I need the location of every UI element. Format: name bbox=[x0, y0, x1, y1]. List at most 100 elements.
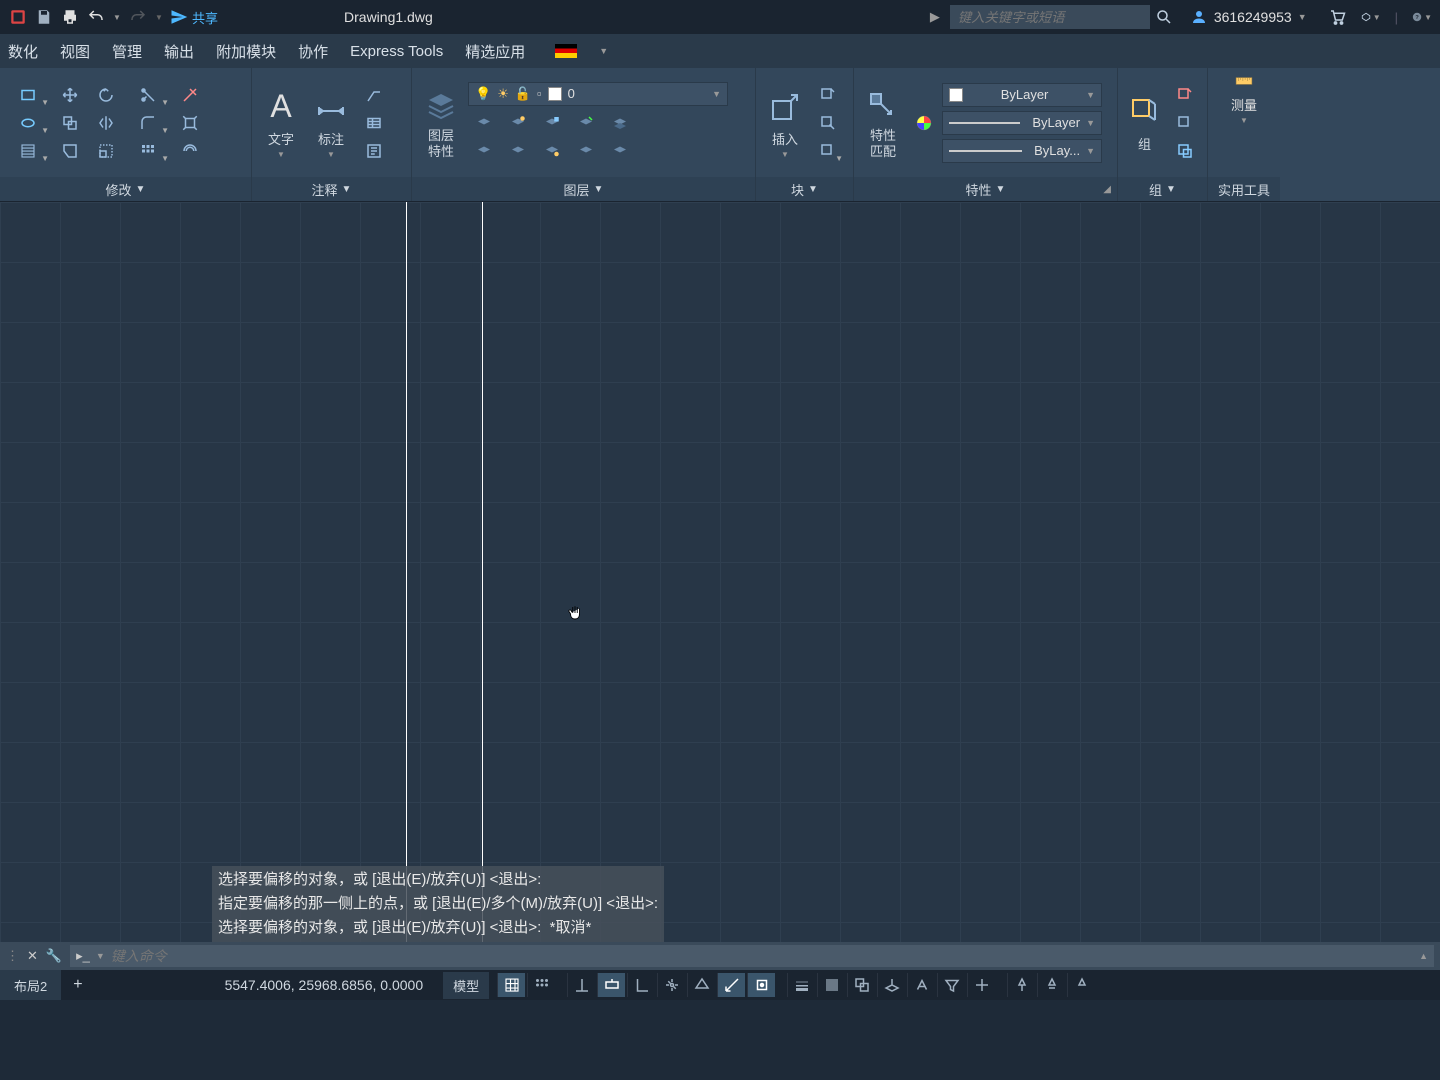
add-layout-button[interactable]: + bbox=[61, 976, 94, 994]
layer-dropdown[interactable]: 💡 ☀ 🔓 ▫ 0 ▼ bbox=[468, 82, 728, 106]
3d-osnap-icon[interactable] bbox=[877, 973, 905, 997]
scale-tool-icon[interactable] bbox=[90, 138, 122, 164]
grid-display-icon[interactable] bbox=[497, 973, 525, 997]
layer-unisolate-icon[interactable] bbox=[502, 138, 534, 164]
lineweight-display-icon[interactable] bbox=[787, 973, 815, 997]
lineweight-dropdown[interactable]: ByLayer▼ bbox=[942, 111, 1102, 135]
menu-featured[interactable]: 精选应用 bbox=[465, 41, 525, 62]
autoscale-icon[interactable] bbox=[1037, 973, 1065, 997]
dimension-tool[interactable]: 标注 ▼ bbox=[308, 87, 354, 159]
color-dropdown[interactable]: ByLayer▼ bbox=[942, 83, 1102, 107]
transparency-icon[interactable] bbox=[817, 973, 845, 997]
command-recent-icon[interactable]: ▼ bbox=[96, 951, 105, 961]
fillet-tool-icon[interactable]: ▼ bbox=[126, 110, 170, 136]
ribbon-label-layers[interactable]: 图层▼ bbox=[412, 177, 755, 201]
snap-mode-icon[interactable] bbox=[527, 973, 555, 997]
dynamic-input-icon[interactable] bbox=[597, 973, 625, 997]
stretch-tool-icon[interactable] bbox=[54, 138, 86, 164]
table-tool-icon[interactable] bbox=[358, 110, 390, 136]
layer-lock-icon[interactable] bbox=[536, 110, 568, 136]
group-button[interactable]: 组 bbox=[1124, 92, 1165, 153]
search-icon[interactable] bbox=[1154, 7, 1174, 27]
ribbon-label-block[interactable]: 块▼ bbox=[756, 177, 853, 201]
group-select-icon[interactable] bbox=[1169, 138, 1201, 164]
ribbon-label-group[interactable]: 组▼ bbox=[1118, 177, 1207, 201]
layer-unlock-icon[interactable] bbox=[570, 138, 602, 164]
cart-icon[interactable] bbox=[1327, 7, 1347, 27]
explode-tool-icon[interactable] bbox=[174, 110, 206, 136]
autodesk-icon[interactable]: ▼ bbox=[1361, 7, 1381, 27]
rotate-tool-icon[interactable] bbox=[90, 82, 122, 108]
layout-tab[interactable]: 布局2 bbox=[0, 970, 61, 1000]
layer-previous-icon[interactable] bbox=[604, 138, 636, 164]
annotation-scale-icon[interactable] bbox=[1067, 973, 1095, 997]
ribbon-label-utilities[interactable]: 实用工具 bbox=[1208, 177, 1280, 201]
redo-dropdown-icon[interactable]: ▼ bbox=[154, 7, 164, 27]
linetype-dropdown[interactable]: ByLay...▼ bbox=[942, 139, 1102, 163]
gizmo-icon[interactable] bbox=[967, 973, 995, 997]
move-tool-icon[interactable] bbox=[54, 82, 86, 108]
customize-icon[interactable]: 🔧 bbox=[46, 948, 62, 964]
undo-dropdown-icon[interactable]: ▼ bbox=[112, 7, 122, 27]
mirror-tool-icon[interactable] bbox=[90, 110, 122, 136]
trim-tool-icon[interactable]: ▼ bbox=[126, 82, 170, 108]
close-commandline-icon[interactable]: ✕ bbox=[27, 948, 38, 964]
menu-output[interactable]: 输出 bbox=[164, 41, 194, 62]
infer-constraints-icon[interactable] bbox=[567, 973, 595, 997]
group-edit-icon[interactable] bbox=[1169, 110, 1201, 136]
command-input[interactable] bbox=[111, 948, 1413, 964]
app-menu-icon[interactable] bbox=[8, 7, 28, 27]
selection-cycling-icon[interactable] bbox=[847, 973, 875, 997]
ribbon-label-modify[interactable]: 修改▼ bbox=[0, 177, 251, 201]
menu-parametric[interactable]: 数化 bbox=[8, 41, 38, 62]
hatch-tool-icon[interactable]: ▼ bbox=[6, 138, 50, 164]
rectangle-tool-icon[interactable]: ▼ bbox=[6, 82, 50, 108]
menu-collaborate[interactable]: 协作 bbox=[298, 41, 328, 62]
insert-block-button[interactable]: 插入 ▼ bbox=[762, 87, 808, 159]
measure-icon[interactable] bbox=[1235, 72, 1253, 93]
array-tool-icon[interactable]: ▼ bbox=[126, 138, 170, 164]
print-icon[interactable] bbox=[60, 7, 80, 27]
match-properties-button[interactable]: 特性 匹配 bbox=[860, 86, 906, 159]
help-icon[interactable]: ?▼ bbox=[1412, 7, 1432, 27]
drag-handle-icon[interactable]: ⋮ bbox=[6, 948, 19, 964]
language-flag-icon[interactable] bbox=[555, 44, 577, 58]
share-button[interactable]: 共享 bbox=[170, 8, 218, 27]
isometric-icon[interactable] bbox=[687, 973, 715, 997]
annotation-tool-icon[interactable] bbox=[358, 138, 390, 164]
object-snap-tracking-icon[interactable] bbox=[717, 973, 745, 997]
save-icon[interactable] bbox=[34, 7, 54, 27]
undo-icon[interactable] bbox=[86, 7, 106, 27]
ungroup-icon[interactable] bbox=[1169, 82, 1201, 108]
redo-icon[interactable] bbox=[128, 7, 148, 27]
layer-freeze-icon[interactable] bbox=[502, 110, 534, 136]
menu-manage[interactable]: 管理 bbox=[112, 41, 142, 62]
color-wheel-icon[interactable] bbox=[910, 114, 938, 132]
command-expand-icon[interactable]: ▲ bbox=[1419, 951, 1428, 961]
edit-block-icon[interactable] bbox=[812, 110, 844, 136]
layer-off-icon[interactable] bbox=[468, 110, 500, 136]
layer-properties-button[interactable]: 图层 特性 bbox=[418, 86, 464, 159]
model-space-button[interactable]: 模型 bbox=[443, 972, 489, 999]
selection-filter-icon[interactable] bbox=[937, 973, 965, 997]
layer-isolate-icon[interactable] bbox=[468, 138, 500, 164]
object-snap-icon[interactable] bbox=[747, 973, 775, 997]
layer-thaw-icon[interactable] bbox=[536, 138, 568, 164]
copy-tool-icon[interactable] bbox=[54, 110, 86, 136]
play-icon[interactable]: ▶ bbox=[930, 9, 940, 25]
layer-match-icon[interactable] bbox=[604, 110, 636, 136]
ribbon-label-annotate[interactable]: 注释▼ bbox=[252, 177, 411, 201]
text-tool[interactable]: A 文字 ▼ bbox=[258, 87, 304, 159]
offset-tool-icon[interactable] bbox=[174, 138, 206, 164]
polar-tracking-icon[interactable] bbox=[657, 973, 685, 997]
erase-tool-icon[interactable] bbox=[174, 82, 206, 108]
ortho-mode-icon[interactable] bbox=[627, 973, 655, 997]
layer-make-current-icon[interactable] bbox=[570, 110, 602, 136]
ellipse-tool-icon[interactable]: ▼ bbox=[6, 110, 50, 136]
command-input-wrap[interactable]: ▸_ ▼ ▲ bbox=[70, 945, 1434, 967]
annotation-visibility-icon[interactable] bbox=[1007, 973, 1035, 997]
edit-attributes-icon[interactable]: ▼ bbox=[812, 138, 844, 164]
menu-addins[interactable]: 附加模块 bbox=[216, 41, 276, 62]
dynamic-ucs-icon[interactable] bbox=[907, 973, 935, 997]
create-block-icon[interactable] bbox=[812, 82, 844, 108]
